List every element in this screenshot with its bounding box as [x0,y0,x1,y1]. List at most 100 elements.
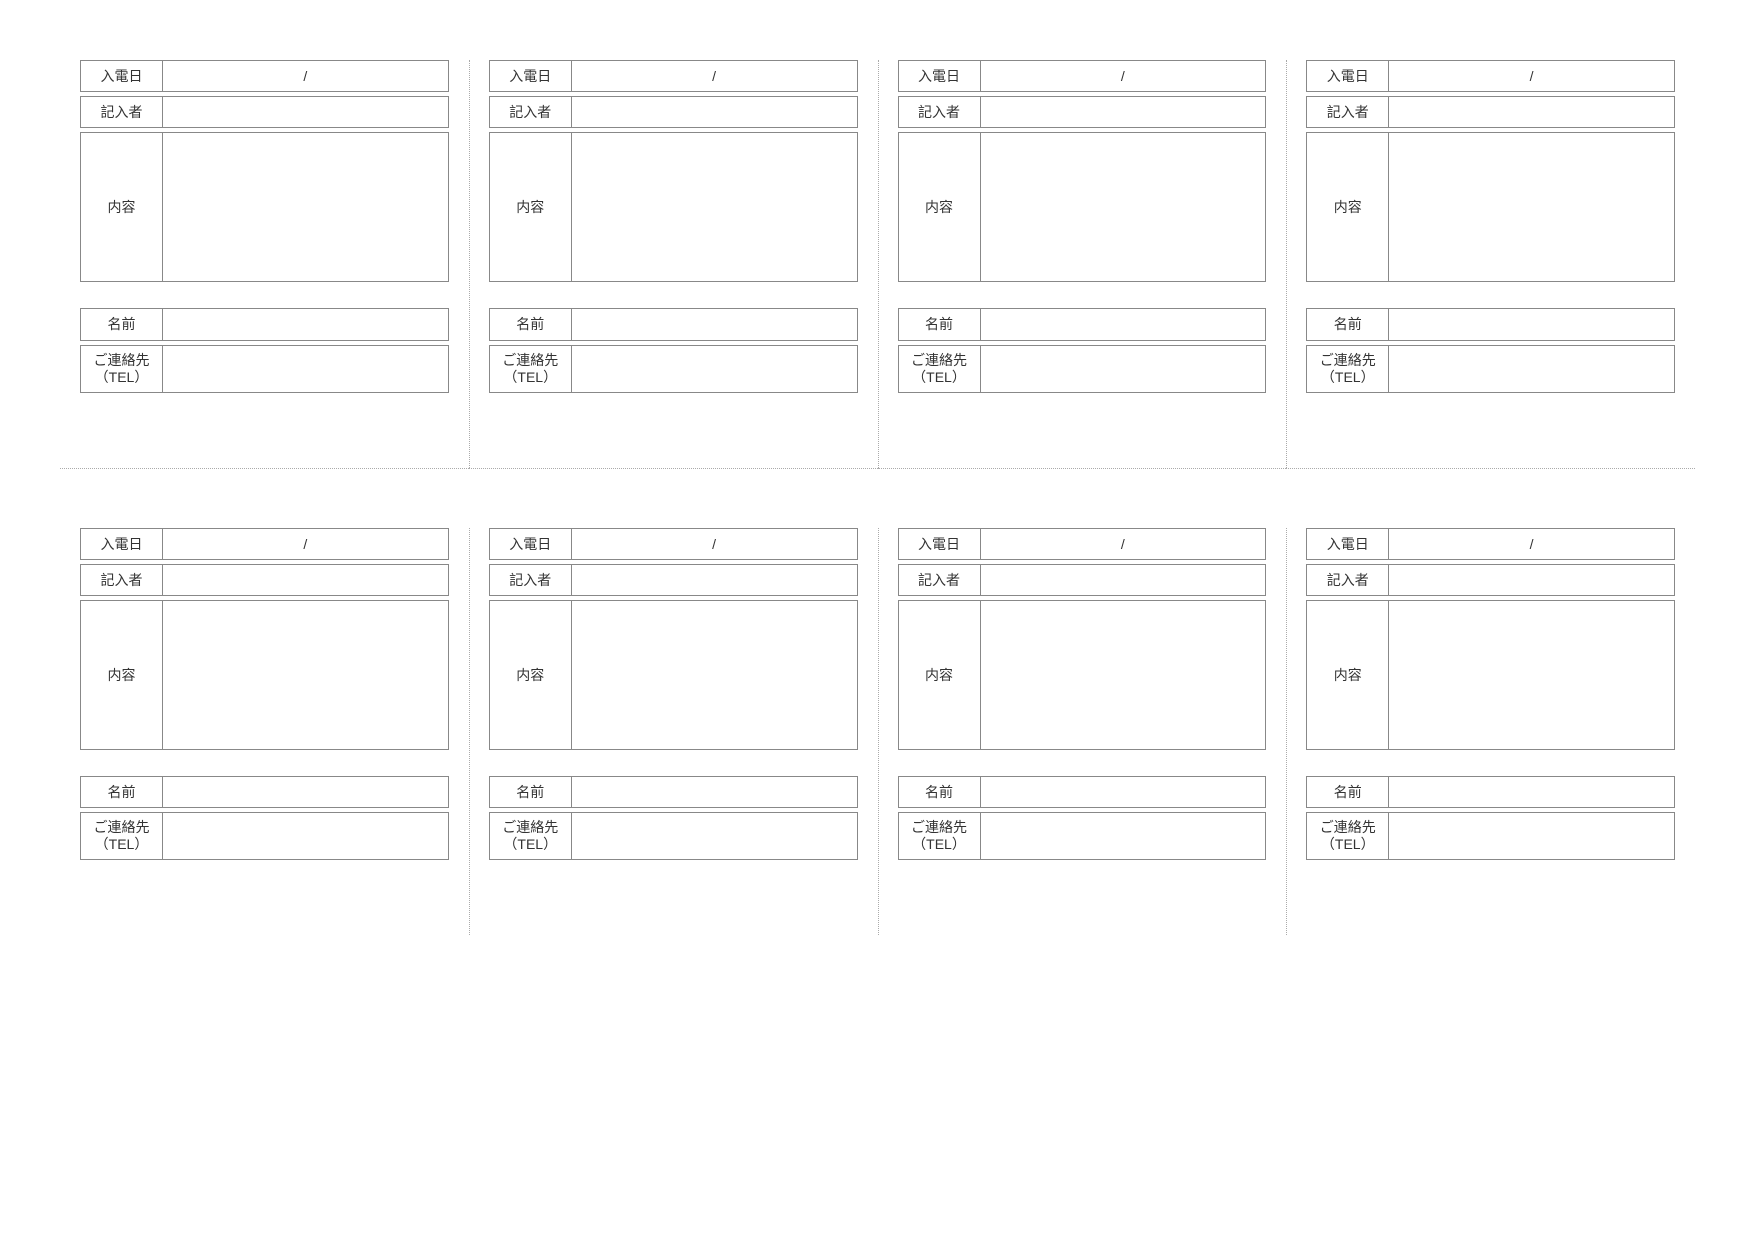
label-recorder: 記入者 [899,565,981,595]
field-content: 内容 [898,132,1267,282]
field-recorder: 記入者 [1306,96,1675,128]
field-content: 内容 [489,132,858,282]
memo-card: 入電日 / 記入者 内容 名前 ご連絡先 （TEL） [878,60,1287,468]
value-recorder [981,565,1266,595]
field-recorder: 記入者 [489,96,858,128]
value-recorder [572,565,857,595]
field-name: 名前 [80,776,449,808]
value-name [1389,777,1674,807]
field-contact: ご連絡先 （TEL） [80,812,449,860]
value-recorder [572,97,857,127]
value-contact [163,346,448,392]
phone-memo-grid: 入電日 / 記入者 内容 名前 ご連絡先 （TEL） 入電日 / [60,60,1695,935]
value-contact [572,346,857,392]
label-contact: ご連絡先 （TEL） [899,813,981,859]
value-contact [981,346,1266,392]
field-content: 内容 [80,600,449,750]
value-contact [1389,813,1674,859]
label-contact: ご連絡先 （TEL） [899,346,981,392]
field-date: 入電日 / [80,60,449,92]
label-content: 内容 [490,601,572,749]
field-name: 名前 [80,308,449,340]
value-date: / [572,529,857,559]
label-content: 内容 [490,133,572,281]
field-date: 入電日 / [489,528,858,560]
value-date: / [1389,61,1674,91]
label-name: 名前 [1307,777,1389,807]
label-recorder: 記入者 [490,97,572,127]
field-date: 入電日 / [898,60,1267,92]
memo-card: 入電日 / 記入者 内容 名前 ご連絡先 （TEL） [60,60,469,468]
value-content [981,601,1266,749]
value-date: / [163,61,448,91]
value-recorder [1389,97,1674,127]
label-date: 入電日 [81,529,163,559]
value-recorder [163,97,448,127]
value-recorder [1389,565,1674,595]
field-name: 名前 [489,776,858,808]
field-contact: ご連絡先 （TEL） [1306,345,1675,393]
field-name: 名前 [898,308,1267,340]
label-date: 入電日 [1307,529,1389,559]
value-date: / [572,61,857,91]
field-date: 入電日 / [1306,528,1675,560]
label-contact: ご連絡先 （TEL） [490,813,572,859]
label-content: 内容 [81,133,163,281]
value-date: / [163,529,448,559]
label-name: 名前 [1307,309,1389,339]
field-date: 入電日 / [80,528,449,560]
value-recorder [163,565,448,595]
value-name [163,309,448,339]
field-contact: ご連絡先 （TEL） [1306,812,1675,860]
value-date: / [981,61,1266,91]
memo-card: 入電日 / 記入者 内容 名前 ご連絡先 （TEL） [1286,60,1695,468]
label-name: 名前 [899,309,981,339]
label-name: 名前 [81,777,163,807]
label-name: 名前 [899,777,981,807]
field-contact: ご連絡先 （TEL） [898,812,1267,860]
field-recorder: 記入者 [80,564,449,596]
label-content: 内容 [1307,133,1389,281]
value-content [1389,601,1674,749]
field-date: 入電日 / [898,528,1267,560]
field-name: 名前 [898,776,1267,808]
value-contact [981,813,1266,859]
label-name: 名前 [490,309,572,339]
label-contact: ご連絡先 （TEL） [1307,813,1389,859]
memo-card: 入電日 / 記入者 内容 名前 ご連絡先 （TEL） [60,528,469,936]
field-name: 名前 [1306,308,1675,340]
field-recorder: 記入者 [898,96,1267,128]
label-contact: ご連絡先 （TEL） [1307,346,1389,392]
field-name: 名前 [1306,776,1675,808]
field-content: 内容 [898,600,1267,750]
label-recorder: 記入者 [1307,565,1389,595]
field-recorder: 記入者 [1306,564,1675,596]
field-content: 内容 [1306,132,1675,282]
label-date: 入電日 [1307,61,1389,91]
label-content: 内容 [1307,601,1389,749]
field-content: 内容 [80,132,449,282]
value-content [981,133,1266,281]
value-contact [572,813,857,859]
label-recorder: 記入者 [81,97,163,127]
value-recorder [981,97,1266,127]
value-date: / [981,529,1266,559]
value-content [163,133,448,281]
value-name [1389,309,1674,339]
value-contact [1389,346,1674,392]
value-content [572,601,857,749]
value-content [1389,133,1674,281]
field-contact: ご連絡先 （TEL） [489,345,858,393]
value-name [981,309,1266,339]
memo-card: 入電日 / 記入者 内容 名前 ご連絡先 （TEL） [469,528,878,936]
label-content: 内容 [899,601,981,749]
value-content [163,601,448,749]
value-date: / [1389,529,1674,559]
memo-card: 入電日 / 記入者 内容 名前 ご連絡先 （TEL） [469,60,878,468]
value-name [572,309,857,339]
label-recorder: 記入者 [1307,97,1389,127]
field-name: 名前 [489,308,858,340]
field-content: 内容 [1306,600,1675,750]
label-date: 入電日 [81,61,163,91]
label-recorder: 記入者 [490,565,572,595]
